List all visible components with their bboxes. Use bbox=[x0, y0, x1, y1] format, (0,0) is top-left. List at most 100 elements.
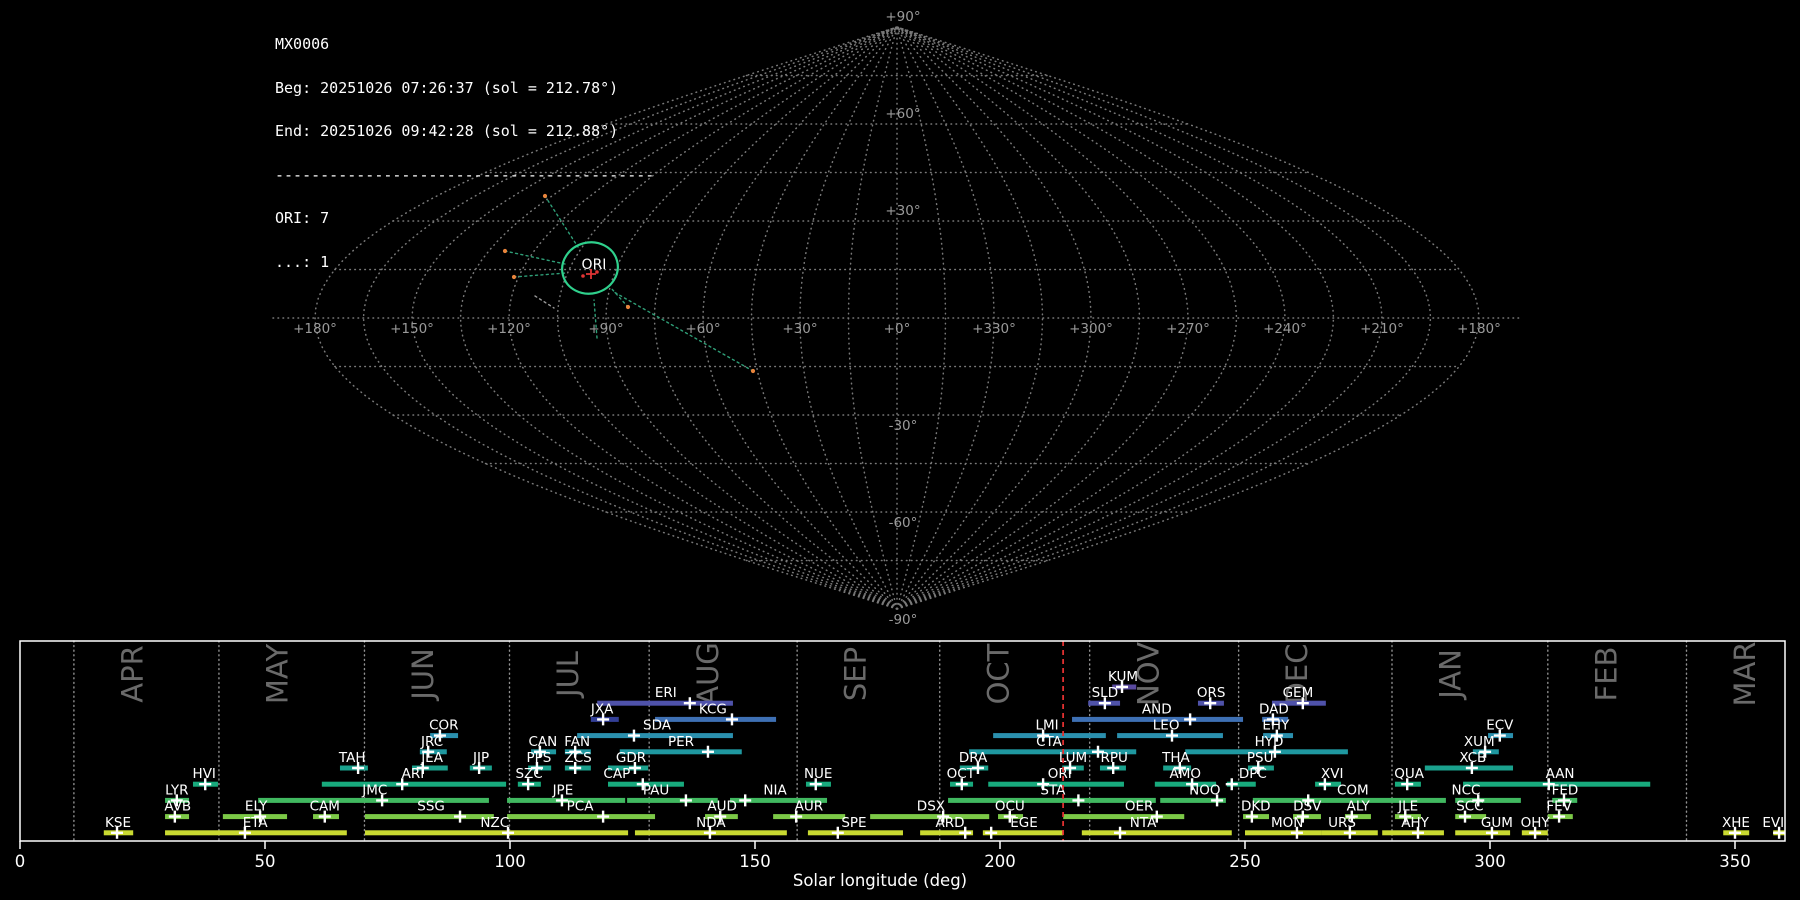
shower-code-label: NUE bbox=[804, 766, 833, 782]
shower-xcb: XCB bbox=[1424, 750, 1514, 774]
shower-code-label: URS bbox=[1328, 815, 1356, 831]
shower-rpu: RPU bbox=[1099, 750, 1128, 774]
session-begin: Beg: 20251026 07:26:37 (sol = 212.78°) bbox=[275, 78, 619, 97]
x-tick-label: 150 bbox=[739, 852, 771, 871]
shower-code-label: NOO bbox=[1189, 782, 1220, 798]
longitude-label: +60° bbox=[685, 321, 720, 337]
shower-code-label: PAU bbox=[643, 782, 669, 798]
shower-code-label: THA bbox=[1161, 750, 1190, 766]
shower-code-label: NCC bbox=[1452, 782, 1481, 798]
shower-fev: FEV bbox=[1546, 799, 1573, 823]
peak-cross-icon bbox=[725, 713, 738, 726]
month-label: MAR bbox=[1728, 641, 1762, 706]
shower-code-label: SSG bbox=[417, 799, 445, 815]
latitude-label: +30° bbox=[885, 203, 920, 219]
shower-code-label: JIP bbox=[472, 750, 489, 766]
month-label: APR bbox=[116, 645, 150, 702]
shower-code-label: FED bbox=[1552, 782, 1579, 798]
shower-ahy: AHY bbox=[1382, 815, 1444, 839]
shower-code-label: HYD bbox=[1255, 734, 1284, 750]
latitude-label: +90° bbox=[885, 9, 920, 25]
shower-code-label: DPC bbox=[1239, 766, 1267, 782]
shower-dpc: DPC bbox=[1225, 766, 1267, 791]
longitude-label: +300° bbox=[1069, 321, 1113, 337]
shower-code-label: NTA bbox=[1130, 815, 1157, 831]
shower-kse: KSE bbox=[103, 815, 134, 839]
shower-code-label: NIA bbox=[763, 782, 787, 798]
shower-code-label: LEO bbox=[1153, 718, 1180, 734]
shower-code-label: XHE bbox=[1722, 815, 1750, 831]
peak-cross-icon bbox=[679, 794, 692, 807]
shower-activity-bar bbox=[364, 830, 629, 836]
shower-code-label: GDR bbox=[616, 750, 646, 766]
peak-cross-icon bbox=[739, 794, 752, 807]
peak-cross-icon bbox=[1184, 713, 1197, 726]
month-label: MAY bbox=[261, 644, 295, 705]
shower-szc: SZC bbox=[515, 766, 543, 791]
shower-activity-bar bbox=[773, 814, 846, 820]
shower-activity-bar bbox=[807, 830, 903, 836]
station-id: MX0006 bbox=[275, 35, 330, 53]
month-label: JAN bbox=[1434, 649, 1468, 701]
shower-code-label: CAP bbox=[603, 766, 630, 782]
latitude-label: -30° bbox=[889, 418, 918, 434]
shower-code-label: ARD bbox=[936, 815, 965, 831]
x-tick-label: 100 bbox=[494, 852, 526, 871]
x-tick-label: 350 bbox=[1719, 852, 1751, 871]
count-ori: ORI: 7 bbox=[275, 209, 330, 227]
shower-activity-bar bbox=[321, 781, 507, 787]
shower-code-label: DSV bbox=[1293, 799, 1322, 815]
shower-code-label: CTA bbox=[1036, 734, 1063, 750]
shower-code-label: AVB bbox=[164, 799, 191, 815]
shower-activity-bar bbox=[364, 814, 494, 820]
shower-code-label: JPE bbox=[552, 782, 574, 798]
shower-code-label: ARI bbox=[402, 766, 425, 782]
shower-code-label: OHY bbox=[1521, 815, 1551, 831]
month-label: AUG bbox=[691, 642, 725, 706]
shower-activity-bar bbox=[1063, 814, 1185, 820]
shower-code-label: LMI bbox=[1035, 718, 1058, 734]
shower-activity-bar bbox=[258, 797, 489, 803]
activity-timeline: APR MAY JUN JUL AUG SEP OCT NOV DEC JAN FEB MARKUME… bbox=[15, 640, 1786, 890]
shower-ors: ORS bbox=[1197, 685, 1225, 710]
shower-code-label: RPU bbox=[1100, 750, 1127, 766]
shower-zcs: ZCS bbox=[564, 750, 592, 774]
shower-ohy: OHY bbox=[1521, 815, 1551, 839]
shower-code-label: ECV bbox=[1486, 718, 1514, 734]
meridian-line bbox=[896, 26, 1286, 610]
shower-nue: NUE bbox=[804, 766, 833, 791]
shower-tah: TAH bbox=[338, 750, 368, 774]
shower-code-label: ALY bbox=[1347, 799, 1371, 815]
longitude-label: +150° bbox=[390, 321, 434, 337]
shower-code-label: TAH bbox=[338, 750, 366, 766]
session-info: MX0006 Beg: 20251026 07:26:37 (sol = 212… bbox=[275, 8, 654, 298]
meteor-start-dot bbox=[625, 304, 631, 310]
meteor-start-dot bbox=[750, 368, 756, 374]
shower-code-label: AUD bbox=[707, 799, 737, 815]
peak-cross-icon bbox=[1114, 826, 1127, 839]
shower-code-label: SCC bbox=[1456, 799, 1483, 815]
longitude-label: +180° bbox=[1457, 321, 1501, 337]
shower-code-label: AHY bbox=[1401, 815, 1429, 831]
x-tick-label: 300 bbox=[1474, 852, 1506, 871]
x-axis-title: Solar longitude (deg) bbox=[793, 871, 967, 890]
shower-code-label: FEV bbox=[1546, 799, 1572, 815]
longitude-label: +210° bbox=[1360, 321, 1404, 337]
longitude-label: +330° bbox=[972, 321, 1016, 337]
month-label: JUL bbox=[551, 651, 585, 699]
shower-cam: CAM bbox=[310, 799, 340, 823]
longitude-label: +180° bbox=[293, 321, 337, 337]
peak-cross-icon bbox=[1072, 794, 1085, 807]
x-tick-label: 0 bbox=[15, 852, 26, 871]
shower-code-label: DKD bbox=[1241, 799, 1271, 815]
shower-code-label: OCT bbox=[947, 766, 976, 782]
shower-code-label: LYR bbox=[165, 782, 188, 798]
plot-canvas: +180° +150° +120° +90° +60° +30° +0° +330° +300°… bbox=[15, 9, 1786, 890]
longitude-label: +120° bbox=[487, 321, 531, 337]
shower-code-label: ELY bbox=[245, 799, 268, 815]
peak-cross-icon bbox=[454, 810, 467, 823]
shower-code-label: FAN bbox=[564, 734, 590, 750]
meteor-session-plot: +180° +150° +120° +90° +60° +30° +0° +330° +300°… bbox=[0, 0, 1800, 900]
shower-code-label: MON bbox=[1271, 815, 1303, 831]
longitude-label: +90° bbox=[588, 321, 623, 337]
